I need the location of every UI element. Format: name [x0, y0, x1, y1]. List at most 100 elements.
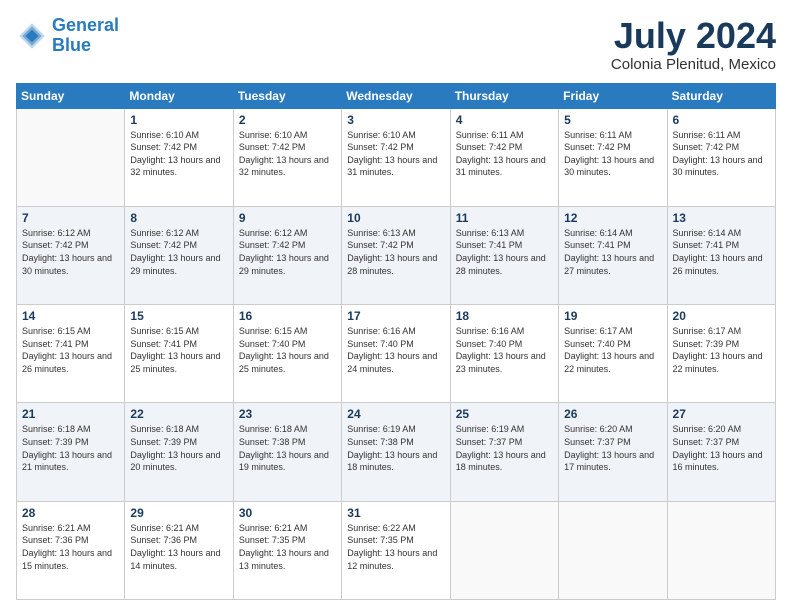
day-info: Sunrise: 6:18 AM Sunset: 7:38 PM Dayligh…: [239, 423, 336, 473]
calendar-week-2: 7 Sunrise: 6:12 AM Sunset: 7:42 PM Daylig…: [17, 206, 776, 304]
table-row: 11Sunrise: 6:13 AM Sunset: 7:41 PM Dayli…: [450, 206, 558, 304]
col-friday: Friday: [559, 83, 667, 108]
table-row: 21 Sunrise: 6:18 AM Sunset: 7:39 PM Dayli…: [17, 403, 125, 501]
table-row: 20 Sunrise: 6:17 AM Sunset: 7:39 PM Dayli…: [667, 305, 775, 403]
day-number: 24: [347, 407, 444, 421]
day-number: 23: [239, 407, 336, 421]
day-info: Sunrise: 6:17 AM Sunset: 7:40 PM Dayligh…: [564, 325, 661, 375]
day-number: 8: [130, 211, 227, 225]
day-number: 11: [456, 211, 553, 225]
table-row: 2 Sunrise: 6:10 AM Sunset: 7:42 PM Daylig…: [233, 108, 341, 206]
day-number: 16: [239, 309, 336, 323]
day-info: Sunrise: 6:12 AM Sunset: 7:42 PM Dayligh…: [130, 227, 227, 277]
day-number: 9: [239, 211, 336, 225]
table-row: [17, 108, 125, 206]
day-number: 21: [22, 407, 119, 421]
day-info: Sunrise: 6:16 AM Sunset: 7:40 PM Dayligh…: [456, 325, 553, 375]
day-info: Sunrise: 6:21 AM Sunset: 7:36 PM Dayligh…: [22, 522, 119, 572]
table-row: [559, 501, 667, 599]
col-wednesday: Wednesday: [342, 83, 450, 108]
day-info: Sunrise: 6:16 AM Sunset: 7:40 PM Dayligh…: [347, 325, 444, 375]
table-row: 9 Sunrise: 6:12 AM Sunset: 7:42 PM Daylig…: [233, 206, 341, 304]
day-info: Sunrise: 6:14 AM Sunset: 7:41 PM Dayligh…: [673, 227, 770, 277]
day-number: 29: [130, 506, 227, 520]
day-number: 30: [239, 506, 336, 520]
day-number: 31: [347, 506, 444, 520]
table-row: 5Sunrise: 6:11 AM Sunset: 7:42 PM Daylig…: [559, 108, 667, 206]
day-number: 28: [22, 506, 119, 520]
day-info: Sunrise: 6:17 AM Sunset: 7:39 PM Dayligh…: [673, 325, 770, 375]
table-row: 1Sunrise: 6:10 AM Sunset: 7:42 PM Daylig…: [125, 108, 233, 206]
table-row: 7 Sunrise: 6:12 AM Sunset: 7:42 PM Daylig…: [17, 206, 125, 304]
logo-text: General Blue: [52, 16, 119, 56]
calendar-week-3: 14Sunrise: 6:15 AM Sunset: 7:41 PM Dayli…: [17, 305, 776, 403]
day-info: Sunrise: 6:10 AM Sunset: 7:42 PM Dayligh…: [239, 129, 336, 179]
day-number: 26: [564, 407, 661, 421]
table-row: 25Sunrise: 6:19 AM Sunset: 7:37 PM Dayli…: [450, 403, 558, 501]
title-block: July 2024 Colonia Plenitud, Mexico: [611, 16, 776, 73]
day-info: Sunrise: 6:12 AM Sunset: 7:42 PM Dayligh…: [22, 227, 119, 277]
day-number: 20: [673, 309, 770, 323]
table-row: 6 Sunrise: 6:11 AM Sunset: 7:42 PM Daylig…: [667, 108, 775, 206]
col-sunday: Sunday: [17, 83, 125, 108]
day-info: Sunrise: 6:15 AM Sunset: 7:41 PM Dayligh…: [22, 325, 119, 375]
calendar-week-4: 21 Sunrise: 6:18 AM Sunset: 7:39 PM Dayli…: [17, 403, 776, 501]
subtitle: Colonia Plenitud, Mexico: [611, 56, 776, 73]
day-number: 12: [564, 211, 661, 225]
day-info: Sunrise: 6:22 AM Sunset: 7:35 PM Dayligh…: [347, 522, 444, 572]
day-info: Sunrise: 6:19 AM Sunset: 7:37 PM Dayligh…: [456, 423, 553, 473]
day-info: Sunrise: 6:18 AM Sunset: 7:39 PM Dayligh…: [130, 423, 227, 473]
day-info: Sunrise: 6:18 AM Sunset: 7:39 PM Dayligh…: [22, 423, 119, 473]
month-title: July 2024: [611, 16, 776, 56]
table-row: 29Sunrise: 6:21 AM Sunset: 7:36 PM Dayli…: [125, 501, 233, 599]
table-row: 28 Sunrise: 6:21 AM Sunset: 7:36 PM Dayli…: [17, 501, 125, 599]
day-number: 7: [22, 211, 119, 225]
table-row: 30 Sunrise: 6:21 AM Sunset: 7:35 PM Dayli…: [233, 501, 341, 599]
page: General Blue July 2024 Colonia Plenitud,…: [0, 0, 792, 612]
day-number: 4: [456, 113, 553, 127]
table-row: 16 Sunrise: 6:15 AM Sunset: 7:40 PM Dayli…: [233, 305, 341, 403]
day-number: 13: [673, 211, 770, 225]
day-info: Sunrise: 6:20 AM Sunset: 7:37 PM Dayligh…: [564, 423, 661, 473]
day-info: Sunrise: 6:12 AM Sunset: 7:42 PM Dayligh…: [239, 227, 336, 277]
day-number: 10: [347, 211, 444, 225]
table-row: 4 Sunrise: 6:11 AM Sunset: 7:42 PM Daylig…: [450, 108, 558, 206]
col-thursday: Thursday: [450, 83, 558, 108]
day-number: 19: [564, 309, 661, 323]
day-info: Sunrise: 6:19 AM Sunset: 7:38 PM Dayligh…: [347, 423, 444, 473]
table-row: 18 Sunrise: 6:16 AM Sunset: 7:40 PM Dayli…: [450, 305, 558, 403]
table-row: 17Sunrise: 6:16 AM Sunset: 7:40 PM Dayli…: [342, 305, 450, 403]
table-row: 8 Sunrise: 6:12 AM Sunset: 7:42 PM Daylig…: [125, 206, 233, 304]
day-info: Sunrise: 6:11 AM Sunset: 7:42 PM Dayligh…: [673, 129, 770, 179]
day-info: Sunrise: 6:15 AM Sunset: 7:40 PM Dayligh…: [239, 325, 336, 375]
col-saturday: Saturday: [667, 83, 775, 108]
day-info: Sunrise: 6:10 AM Sunset: 7:42 PM Dayligh…: [130, 129, 227, 179]
day-info: Sunrise: 6:11 AM Sunset: 7:42 PM Dayligh…: [564, 129, 661, 179]
logo-general: General: [52, 15, 119, 35]
day-number: 27: [673, 407, 770, 421]
logo-icon: [16, 20, 48, 52]
day-number: 18: [456, 309, 553, 323]
day-info: Sunrise: 6:21 AM Sunset: 7:35 PM Dayligh…: [239, 522, 336, 572]
table-row: 31 Sunrise: 6:22 AM Sunset: 7:35 PM Dayli…: [342, 501, 450, 599]
calendar-header-row: Sunday Monday Tuesday Wednesday Thursday…: [17, 83, 776, 108]
table-row: 24 Sunrise: 6:19 AM Sunset: 7:38 PM Dayli…: [342, 403, 450, 501]
table-row: 12 Sunrise: 6:14 AM Sunset: 7:41 PM Dayli…: [559, 206, 667, 304]
day-number: 15: [130, 309, 227, 323]
day-info: Sunrise: 6:14 AM Sunset: 7:41 PM Dayligh…: [564, 227, 661, 277]
calendar-week-1: 1Sunrise: 6:10 AM Sunset: 7:42 PM Daylig…: [17, 108, 776, 206]
table-row: [667, 501, 775, 599]
logo-blue: Blue: [52, 35, 91, 55]
table-row: [450, 501, 558, 599]
table-row: 13 Sunrise: 6:14 AM Sunset: 7:41 PM Dayli…: [667, 206, 775, 304]
table-row: 15Sunrise: 6:15 AM Sunset: 7:41 PM Dayli…: [125, 305, 233, 403]
day-info: Sunrise: 6:13 AM Sunset: 7:42 PM Dayligh…: [347, 227, 444, 277]
day-number: 6: [673, 113, 770, 127]
day-info: Sunrise: 6:10 AM Sunset: 7:42 PM Dayligh…: [347, 129, 444, 179]
day-info: Sunrise: 6:11 AM Sunset: 7:42 PM Dayligh…: [456, 129, 553, 179]
col-tuesday: Tuesday: [233, 83, 341, 108]
table-row: 3Sunrise: 6:10 AM Sunset: 7:42 PM Daylig…: [342, 108, 450, 206]
table-row: 19 Sunrise: 6:17 AM Sunset: 7:40 PM Dayli…: [559, 305, 667, 403]
table-row: 14Sunrise: 6:15 AM Sunset: 7:41 PM Dayli…: [17, 305, 125, 403]
day-number: 2: [239, 113, 336, 127]
